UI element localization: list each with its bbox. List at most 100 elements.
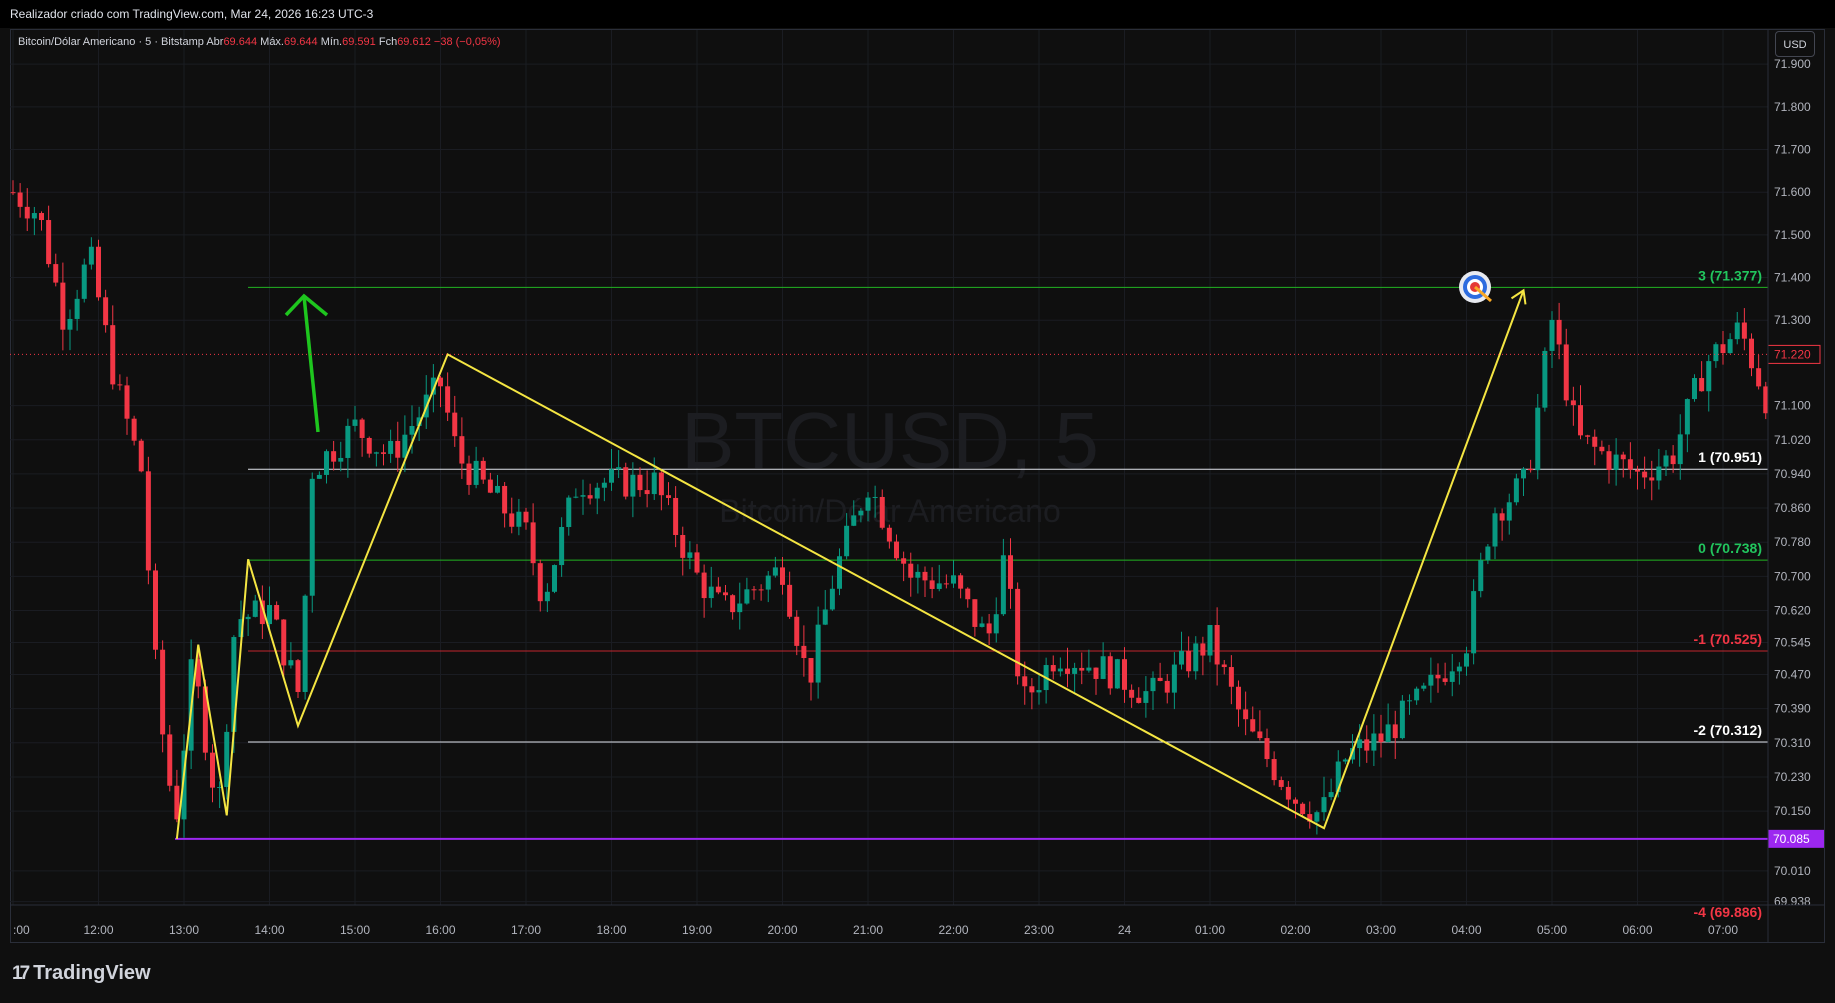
- candle-body: [1492, 513, 1498, 547]
- candle-body: [487, 479, 493, 493]
- candle-body: [1314, 812, 1320, 822]
- candle-body: [1706, 361, 1712, 392]
- candle: [1371, 714, 1377, 766]
- candle: [1250, 706, 1256, 733]
- candle: [1485, 543, 1491, 565]
- candle-body: [1072, 667, 1078, 674]
- candle-body: [331, 451, 337, 462]
- candle-body: [1421, 685, 1427, 689]
- candle-body: [1207, 625, 1213, 656]
- candle-body: [1342, 759, 1348, 762]
- candle: [758, 584, 764, 601]
- candle-body: [1036, 690, 1042, 693]
- candle: [338, 441, 344, 472]
- candle: [53, 253, 59, 287]
- candle: [1285, 781, 1291, 810]
- candle: [1029, 678, 1035, 710]
- candle: [1535, 393, 1541, 480]
- candle: [765, 571, 771, 603]
- candle-body: [1570, 400, 1576, 406]
- candle-body: [67, 318, 73, 330]
- candle-body: [1093, 667, 1099, 679]
- candle-body: [502, 485, 508, 514]
- candle-body: [1321, 797, 1327, 813]
- tradingview-brand[interactable]: 17 TradingView: [12, 962, 151, 985]
- candle: [701, 564, 707, 618]
- candle-body: [46, 220, 52, 265]
- candle-body: [1699, 378, 1705, 392]
- candle: [687, 541, 693, 570]
- candle-body: [452, 412, 458, 437]
- candle-body: [1613, 454, 1619, 470]
- candle-body: [1293, 799, 1298, 804]
- candle: [81, 258, 87, 303]
- close-label: Fch: [378, 36, 398, 48]
- candle-body: [1464, 653, 1469, 667]
- candle: [780, 556, 785, 595]
- price-chart[interactable]: BTCUSD, 5 Bitcoin/Dólar Americano 3 (71.…: [0, 0, 1835, 944]
- candle: [1656, 448, 1662, 490]
- candle-body: [324, 451, 329, 475]
- candle-body: [1599, 446, 1605, 452]
- open-label: Abr: [206, 36, 224, 48]
- candle-body: [644, 490, 650, 495]
- candle-body: [844, 525, 850, 557]
- candle-body: [609, 469, 614, 483]
- candle: [1414, 686, 1420, 705]
- candle: [1734, 311, 1740, 345]
- candle-body: [1399, 700, 1405, 739]
- candle: [951, 560, 956, 588]
- candle-body: [1214, 625, 1220, 665]
- price-tick-label: 70.620: [1774, 603, 1811, 617]
- watermark-name: Bitcoin/Dólar Americano: [719, 493, 1060, 529]
- candle-body: [894, 541, 899, 559]
- candle: [537, 559, 543, 612]
- zigzag-line: [175, 290, 1525, 839]
- candle-body: [723, 592, 728, 596]
- candle: [815, 606, 821, 699]
- candle-body: [929, 580, 935, 589]
- candle-body: [81, 264, 87, 299]
- candle: [1720, 331, 1726, 365]
- fib-level-label: 1 (70.951): [1698, 449, 1762, 465]
- time-tick-label: 14:00: [254, 923, 284, 937]
- candle-body: [1392, 724, 1398, 739]
- candle: [46, 205, 52, 268]
- candle: [723, 585, 728, 601]
- time-tick-label: 18:00: [596, 923, 626, 937]
- candle-body: [274, 605, 280, 620]
- candle: [1727, 333, 1733, 355]
- zigzag-pattern: [175, 288, 1527, 839]
- price-tick-label: 70.780: [1774, 535, 1811, 549]
- candle-body: [1528, 468, 1534, 471]
- candle-body: [60, 282, 66, 330]
- candle-body: [1620, 454, 1626, 460]
- candle-body: [922, 571, 928, 581]
- candle-body: [381, 452, 386, 454]
- time-tick-label: 17:00: [511, 923, 541, 937]
- candle: [1015, 582, 1021, 685]
- candle: [352, 405, 358, 432]
- price-tick-label: 71.020: [1774, 433, 1811, 447]
- candle-body: [837, 556, 842, 589]
- candle: [509, 497, 515, 534]
- candle-body: [1000, 555, 1006, 615]
- candle-body: [131, 418, 137, 441]
- candle: [965, 587, 971, 608]
- candle: [1649, 460, 1655, 501]
- price-tick-label: 70.860: [1774, 501, 1811, 515]
- candle-body: [658, 472, 664, 496]
- currency-button[interactable]: USD: [1775, 31, 1815, 57]
- candle-body: [616, 467, 622, 470]
- candle: [1129, 684, 1135, 708]
- time-tick-label: 07:00: [1708, 923, 1738, 937]
- candle: [1385, 703, 1391, 743]
- candle: [1478, 552, 1484, 598]
- candle: [1114, 658, 1120, 689]
- candle: [623, 462, 629, 500]
- candle-body: [1065, 668, 1070, 674]
- candle: [694, 544, 700, 575]
- candle-body: [281, 619, 287, 666]
- candle-body: [680, 535, 686, 558]
- candle-body: [951, 575, 956, 584]
